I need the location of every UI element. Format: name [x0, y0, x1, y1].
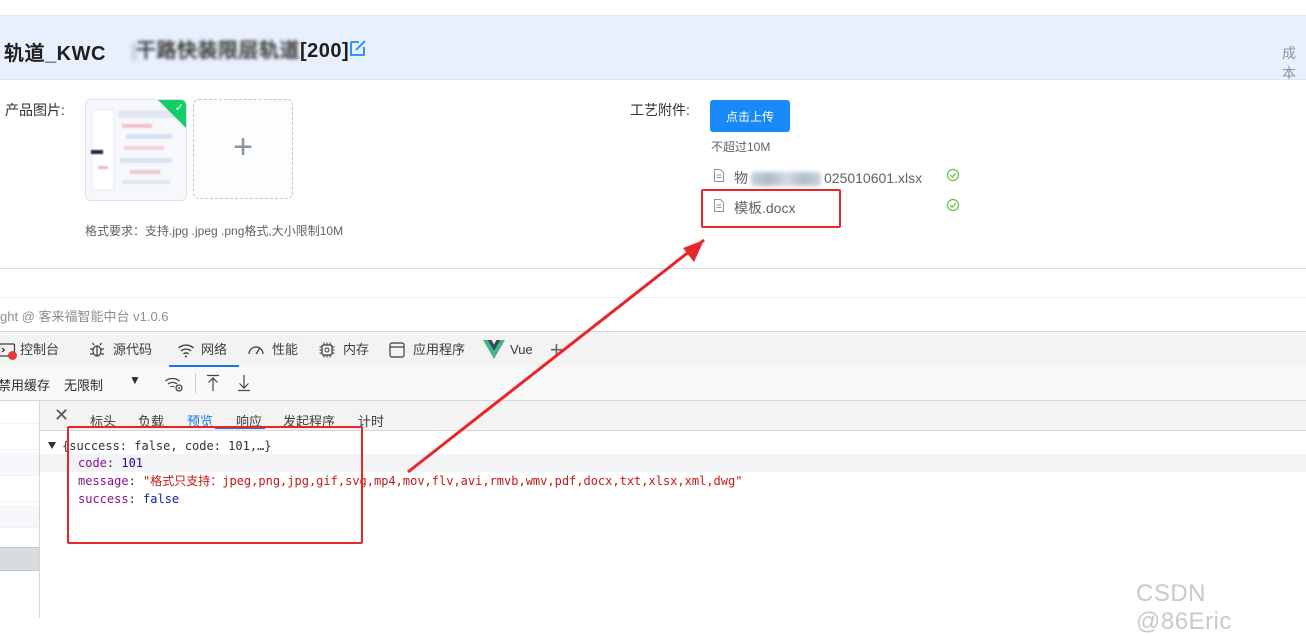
tab-label: 网络 — [201, 342, 228, 357]
blurred-filename-segment — [751, 172, 821, 187]
top-strip — [0, 0, 1306, 16]
document-icon — [714, 169, 724, 182]
app-icon — [389, 342, 405, 358]
uploaded-image-thumbnail[interactable]: ✓ — [85, 99, 187, 201]
tab-label: 性能 — [272, 342, 299, 357]
copyright-text: ght @ 客来福智能中台 v1.0.6 — [0, 309, 169, 324]
annotation-box-file — [701, 189, 841, 228]
wifi-icon — [178, 344, 194, 358]
watermark: CSDN @86Eric — [1136, 580, 1232, 635]
tab-label: 内存 — [343, 342, 370, 357]
dropdown-arrow-icon[interactable]: ▼ — [129, 373, 141, 387]
chip-icon — [319, 342, 335, 358]
size-tip: 不超过10M — [711, 140, 771, 154]
request-row[interactable] — [0, 479, 39, 502]
check-circle-icon — [946, 198, 960, 212]
page-title: 轨道_KWC 干路快装限层轨道[200] — [4, 34, 349, 66]
network-toolbar: 禁用缓存 无限制 ▼ — [0, 367, 1306, 401]
tab-vue[interactable]: Vue — [483, 332, 538, 367]
annotation-box-response — [67, 426, 363, 544]
title-suffix: [200] — [300, 40, 350, 62]
product-images-label: 产品图片: — [5, 102, 65, 118]
tab-label: 源代码 — [113, 342, 153, 357]
tab-network[interactable]: 网络 — [169, 332, 239, 367]
tab-console[interactable]: 控制台 — [0, 332, 60, 367]
throttle-select[interactable]: 无限制 — [64, 375, 103, 394]
request-row[interactable] — [0, 453, 39, 476]
file-item[interactable]: 物 025010601.xlsx — [714, 166, 964, 190]
check-circle-icon — [946, 168, 960, 182]
toolbar-divider — [195, 373, 196, 393]
request-row[interactable] — [0, 401, 39, 424]
add-image-button[interactable]: + — [193, 99, 293, 199]
footer-spacer — [0, 269, 1306, 298]
gauge-icon — [248, 346, 264, 355]
disable-cache-checkbox[interactable]: 禁用缓存 — [0, 375, 50, 394]
request-list — [0, 401, 40, 618]
bug-icon — [90, 342, 104, 357]
file-name-suffix: 025010601.xlsx — [824, 170, 923, 186]
add-tab-icon[interactable]: + — [550, 332, 570, 367]
tab-application[interactable]: 应用程序 — [388, 332, 473, 367]
file-name: 物 025010601.xlsx — [734, 168, 922, 188]
process-attachments-label: 工艺附件: — [630, 102, 690, 118]
upload-button[interactable]: 点击上传 — [710, 100, 790, 132]
download-har-icon[interactable] — [236, 374, 252, 392]
expand-triangle-icon[interactable] — [48, 442, 56, 449]
close-icon[interactable]: ✕ — [54, 405, 69, 426]
format-hint: 格式要求：支持.jpg .jpeg .png格式,大小限制10M — [85, 224, 344, 238]
wifi-settings-icon[interactable] — [164, 375, 184, 393]
tab-label: 控制台 — [20, 342, 60, 357]
title-middle: 干路快装限层轨道 — [136, 40, 300, 62]
tab-sources[interactable]: 源代码 — [88, 332, 158, 367]
tab-label: Vue — [510, 342, 533, 357]
cost-label: 成本 — [1282, 45, 1296, 81]
error-badge — [8, 351, 17, 360]
edit-icon[interactable] — [348, 38, 368, 58]
upload-har-icon[interactable] — [205, 374, 221, 392]
title-prefix: 轨道_KWC — [4, 43, 106, 66]
plus-icon: + — [233, 128, 253, 166]
tab-memory[interactable]: 内存 — [318, 332, 378, 367]
request-row[interactable] — [0, 505, 39, 528]
check-icon: ✓ — [174, 102, 184, 114]
file-name-prefix: 物 — [734, 170, 748, 186]
vue-icon — [483, 340, 505, 359]
request-row[interactable] — [0, 427, 39, 450]
tab-label: 应用程序 — [413, 342, 466, 357]
tab-performance[interactable]: 性能 — [247, 332, 307, 367]
selected-request-row[interactable] — [0, 547, 39, 571]
devtools-tabbar: 控制台 源代码 网络 性能 内存 应用程序 Vue + — [0, 331, 1306, 368]
